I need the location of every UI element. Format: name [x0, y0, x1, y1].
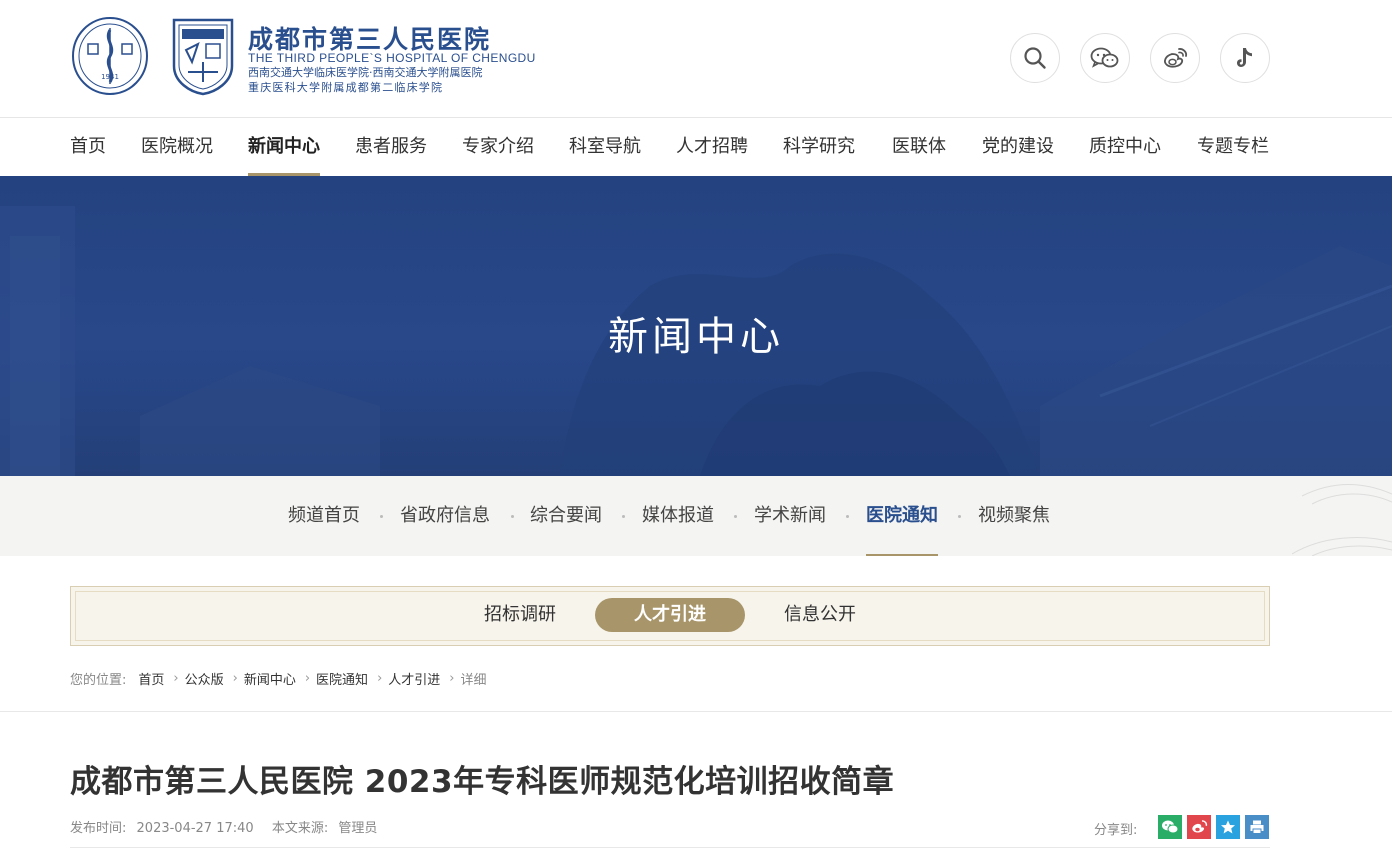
subnav-item-media-reports[interactable]: 媒体报道: [642, 476, 714, 556]
article-title: 成都市第三人民医院 2023年专科医师规范化培训招收简章: [70, 764, 895, 800]
wave-decoration: [1292, 484, 1392, 556]
subnav-item-general-news[interactable]: 综合要闻: [530, 476, 602, 556]
main-nav: 首页 医院概况 新闻中心 患者服务 专家介绍 科室导航 人才招聘 科学研究 医联…: [0, 118, 1392, 176]
nav-item-recruitment[interactable]: 人才招聘: [676, 118, 748, 176]
breadcrumb-label: 您的位置:: [70, 672, 127, 688]
weibo-icon: [1164, 48, 1188, 68]
nav-item-patient-service[interactable]: 患者服务: [355, 118, 427, 176]
nav-item-overview[interactable]: 医院概况: [141, 118, 213, 176]
subnav-separator: [734, 515, 737, 518]
banner-title: 新闻中心: [608, 314, 784, 360]
nav-item-departments[interactable]: 科室导航: [569, 118, 641, 176]
wechat-button[interactable]: [1080, 33, 1130, 83]
weibo-button[interactable]: [1150, 33, 1200, 83]
favorite-share-icon: [1221, 820, 1235, 834]
source-value: 管理员: [338, 821, 378, 836]
subnav-separator: [622, 515, 625, 518]
hospital-name-en: THE THIRD PEOPLE`S HOSPITAL OF CHENGDU: [248, 51, 536, 65]
share-label: 分享到:: [1094, 823, 1138, 838]
share-wechat-button[interactable]: [1158, 815, 1182, 839]
nav-item-party[interactable]: 党的建设: [982, 118, 1054, 176]
publish-label: 发布时间:: [70, 821, 127, 836]
breadcrumb: 您的位置: 首页 › 公众版 › 新闻中心 › 医院通知 › 人才引进 › 详细: [70, 668, 487, 688]
subnav-item-hospital-notices[interactable]: 医院通知: [866, 476, 938, 556]
nav-item-experts[interactable]: 专家介绍: [462, 118, 534, 176]
hospital-logo[interactable]: 1941 成都市第三人民医院 THE THIRD PEOPLE`S HOSPIT…: [70, 14, 540, 98]
subnav-item-provincial-gov[interactable]: 省政府信息: [400, 476, 490, 556]
breadcrumb-item-home[interactable]: 首页: [138, 669, 164, 688]
nav-item-quality-control[interactable]: 质控中心: [1089, 118, 1161, 176]
breadcrumb-item-notices[interactable]: 医院通知: [316, 669, 368, 688]
subnav-item-video-focus[interactable]: 视频聚焦: [978, 476, 1050, 556]
tab-bidding[interactable]: 招标调研: [470, 598, 570, 632]
share-print-button[interactable]: [1245, 815, 1269, 839]
nav-item-special-topics[interactable]: 专题专栏: [1197, 118, 1269, 176]
breadcrumb-item-public[interactable]: 公众版: [185, 669, 224, 688]
source-label: 本文来源:: [271, 821, 329, 836]
nav-item-home[interactable]: 首页: [70, 118, 106, 176]
chevron-right-icon: ›: [449, 670, 455, 686]
subnav-separator: [958, 515, 961, 518]
publish-time: 2023-04-27 17:40: [136, 821, 254, 836]
hospital-seal-icon: 1941: [72, 17, 148, 95]
subnav-separator: [846, 515, 849, 518]
tiktok-button[interactable]: [1220, 33, 1270, 83]
print-share-icon: [1250, 820, 1264, 834]
chevron-right-icon: ›: [232, 670, 238, 686]
tiktok-icon: [1237, 48, 1252, 67]
divider: [0, 711, 1392, 712]
tab-info-disclosure[interactable]: 信息公开: [770, 598, 870, 632]
subnav-separator: [380, 515, 383, 518]
hospital-affiliation-2: 重庆医科大学附属成都第二临床学院: [248, 81, 444, 94]
share-favorite-button[interactable]: [1216, 815, 1240, 839]
breadcrumb-item-talent[interactable]: 人才引进: [388, 669, 440, 688]
site-header: 1941 成都市第三人民医院 THE THIRD PEOPLE`S HOSPIT…: [0, 0, 1392, 118]
page-banner: 新闻中心: [0, 176, 1392, 476]
sub-nav: 频道首页 省政府信息 综合要闻 媒体报道 学术新闻 医院通知 视频聚焦: [0, 476, 1392, 556]
nav-item-news[interactable]: 新闻中心: [248, 118, 320, 176]
share-weibo-button[interactable]: [1187, 815, 1211, 839]
search-icon: [1024, 47, 1046, 69]
breadcrumb-item-news[interactable]: 新闻中心: [244, 669, 296, 688]
subnav-item-academic-news[interactable]: 学术新闻: [754, 476, 826, 556]
chevron-right-icon: ›: [304, 670, 311, 686]
seal-year: 1941: [101, 73, 119, 81]
nav-item-research[interactable]: 科学研究: [783, 118, 855, 176]
wechat-icon: [1090, 47, 1119, 68]
chevron-right-icon: ›: [377, 670, 383, 686]
tab-talent-introduction[interactable]: 人才引进: [595, 598, 745, 632]
subnav-separator: [511, 515, 514, 518]
search-button[interactable]: [1010, 33, 1060, 83]
chevron-right-icon: ›: [173, 670, 179, 686]
wechat-share-icon: [1162, 820, 1179, 834]
subnav-item-channel-home[interactable]: 频道首页: [288, 476, 360, 556]
hospital-affiliation-1: 西南交通大学临床医学院·西南交通大学附属医院: [248, 66, 483, 79]
university-seal-icon: [172, 18, 234, 96]
article-meta: 发布时间: 2023-04-27 17:40 本文来源: 管理员: [70, 817, 383, 836]
weibo-share-icon: [1192, 820, 1208, 833]
breadcrumb-item-detail: 详细: [460, 672, 487, 688]
nav-item-medical-alliance[interactable]: 医联体: [892, 118, 946, 176]
